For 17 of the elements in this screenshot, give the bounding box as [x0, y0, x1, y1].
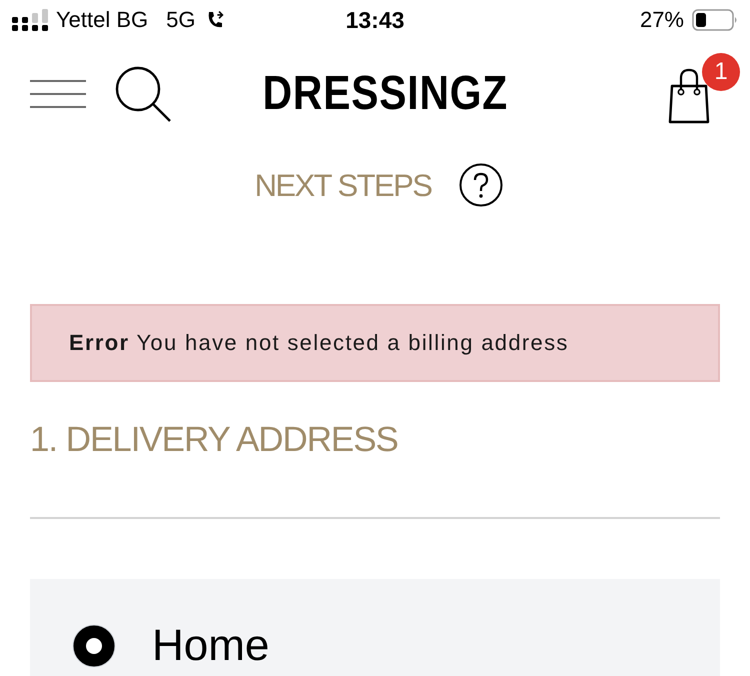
carrier-name: Yettel BG [56, 9, 148, 31]
section-title: 1. DELIVERY ADDRESS [30, 422, 398, 456]
shopping-bag-icon[interactable] [668, 68, 710, 124]
network-type: 5G [166, 9, 196, 31]
page-title: NEXT STEPS [254, 170, 432, 200]
brand-logo[interactable]: DRESSINGZ [262, 70, 508, 118]
battery-icon [692, 9, 738, 31]
signal-icon [12, 9, 48, 31]
cart-count-badge: 1 [702, 53, 740, 91]
menu-icon[interactable] [30, 80, 86, 108]
battery-percent: 27% [640, 9, 684, 31]
status-time: 13:43 [346, 8, 404, 32]
error-message: Error You have not selected a billing address [69, 332, 569, 354]
address-option-label[interactable]: Home [152, 624, 270, 668]
help-icon[interactable] [459, 163, 504, 207]
radio-selected-icon[interactable] [72, 624, 116, 668]
search-icon[interactable] [115, 66, 171, 122]
